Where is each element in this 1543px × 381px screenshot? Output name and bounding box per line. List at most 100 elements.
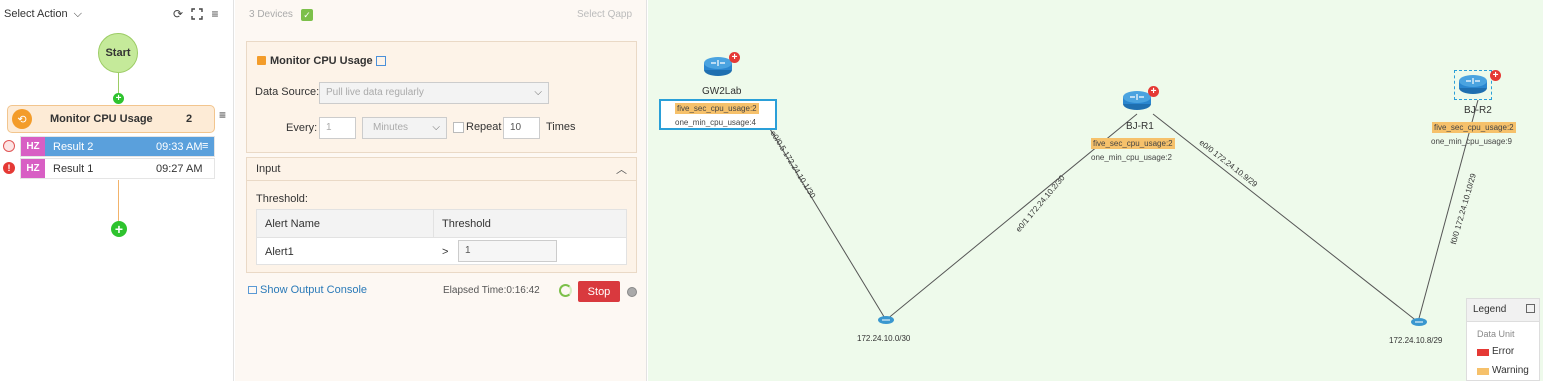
check-icon[interactable]: ✓	[301, 9, 313, 21]
elapsed-time: Elapsed Time:0:16:42	[443, 285, 540, 296]
result-row-1[interactable]: HZ Result 1 09:27 AM	[20, 158, 215, 179]
repeat-checkbox[interactable]	[453, 122, 464, 133]
console-icon	[248, 286, 257, 294]
link-line	[1417, 99, 1479, 323]
router-icon	[1459, 75, 1487, 94]
repeat-label: Repeat	[466, 121, 502, 133]
step-monitor-cpu-usage[interactable]: ⟲ Monitor CPU Usage 2	[7, 105, 215, 133]
link-lines	[769, 99, 1479, 323]
five-sec-label: five_sec_cpu_usage:2	[1432, 122, 1516, 133]
times-label: Times	[546, 121, 576, 133]
result-tag: HZ	[21, 137, 45, 156]
result-name: Result 2	[53, 141, 94, 153]
chevron-down-icon: ⌵	[73, 8, 82, 20]
legend-swatch-error	[1477, 349, 1489, 356]
add-icon[interactable]: +	[729, 52, 740, 63]
show-output-console-link[interactable]: Show Output Console	[260, 284, 367, 296]
step-title: Monitor CPU Usage	[50, 113, 153, 125]
table-header-threshold: Threshold	[442, 218, 491, 230]
result-time: 09:27 AM	[156, 163, 203, 175]
result-status-icon	[3, 140, 15, 152]
result-time: 09:33 AM	[156, 141, 203, 153]
start-node[interactable]: Start	[98, 33, 138, 73]
one-min-label: one_min_cpu_usage:4	[675, 118, 756, 127]
link-line	[1152, 113, 1419, 323]
start-label: Start	[105, 47, 131, 59]
every-label: Every:	[286, 122, 318, 134]
devices-count: 3 Devices	[249, 9, 293, 20]
input-header: Input	[256, 163, 281, 175]
legend-title: Legend	[1473, 304, 1507, 315]
result-tag: HZ	[21, 159, 45, 178]
refresh-icon[interactable]: ⟳	[172, 8, 184, 20]
unit-select[interactable]: Minutes ⌵	[362, 117, 447, 139]
menu-icon[interactable]: ≡	[209, 8, 221, 20]
fit-view-icon[interactable]	[191, 8, 203, 20]
legend-panel: Legend Data Unit Error Warning	[1466, 298, 1540, 381]
add-step-button[interactable]: +	[113, 93, 124, 104]
legend-swatch-warning	[1477, 368, 1489, 375]
add-icon[interactable]: +	[1490, 70, 1501, 81]
data-source-select[interactable]: Pull live data regularly ⌵	[319, 82, 549, 104]
alert-name-cell: Alert1	[265, 246, 294, 258]
stop-label: Stop	[587, 285, 611, 298]
monitor-title: Monitor CPU Usage	[270, 55, 373, 67]
device-bj-r1[interactable]: +	[1122, 86, 1159, 114]
result-row-2[interactable]: HZ Result 2 09:33 AM ≡	[20, 136, 215, 157]
one-min-label: one_min_cpu_usage:9	[1431, 137, 1512, 146]
step-menu-icon[interactable]: ≡	[219, 108, 226, 122]
data-source-value: Pull live data regularly	[326, 87, 424, 98]
add-icon[interactable]: +	[1148, 86, 1159, 97]
column-divider	[433, 210, 434, 237]
select-action-dropdown[interactable]: Select Action ⌵	[4, 8, 82, 21]
spinner-icon	[559, 284, 572, 297]
legend-data-unit: Data Unit	[1477, 329, 1515, 339]
input-section-header[interactable]: Input ︿	[246, 157, 637, 181]
every-input[interactable]: 1	[319, 117, 356, 139]
network-label: 172.24.10.8/29	[1389, 336, 1443, 345]
threshold-operator: >	[442, 246, 449, 258]
repeat-input[interactable]: 10	[503, 117, 540, 139]
result-name: Result 1	[53, 163, 94, 175]
edit-icon[interactable]	[376, 56, 386, 66]
legend-label-warning: Warning	[1492, 365, 1529, 376]
flow-connector	[118, 73, 119, 95]
monitor-icon	[257, 56, 266, 65]
network-label: 172.24.10.0/30	[857, 334, 911, 343]
settings-icon[interactable]	[627, 287, 637, 297]
add-step-button[interactable]: +	[111, 221, 127, 237]
stop-button[interactable]: Stop	[578, 281, 620, 302]
select-qapp-link[interactable]: Select Qapp	[577, 9, 632, 20]
threshold-label: Threshold:	[256, 193, 308, 205]
flow-connector	[118, 180, 119, 222]
error-icon: !	[3, 162, 15, 174]
data-source-label: Data Source:	[255, 86, 320, 98]
chevron-down-icon: ⌵	[432, 122, 440, 133]
result-menu-icon[interactable]: ≡	[202, 140, 208, 152]
select-action-label: Select Action	[4, 8, 68, 20]
legend-label-error: Error	[1492, 346, 1515, 357]
topology-map[interactable]: + GW2Lab five_sec_cpu_usage:2 one_min_cp…	[648, 0, 1543, 381]
five-sec-label: five_sec_cpu_usage:2	[675, 103, 759, 114]
device-gw2lab[interactable]: +	[703, 52, 740, 80]
collapse-icon[interactable]	[1526, 304, 1535, 313]
threshold-value-input[interactable]: 1	[458, 240, 557, 262]
step-count: 2	[186, 113, 193, 125]
repeat-icon: ⟲	[12, 109, 32, 129]
device-bj-r2[interactable]: +	[1458, 70, 1501, 98]
flow-panel: Select Action ⌵ ⟳ ≡ Start + ⟲ Monitor CP…	[0, 0, 234, 381]
legend-header: Legend	[1467, 299, 1539, 322]
device-name: BJ-R1	[1126, 121, 1154, 132]
chevron-down-icon: ⌵	[534, 87, 542, 98]
chevron-up-icon: ︿	[616, 164, 627, 176]
table-header-row: Alert Name Threshold	[257, 210, 626, 238]
device-name: BJ-R2	[1464, 105, 1492, 116]
five-sec-label: five_sec_cpu_usage:2	[1091, 138, 1175, 149]
one-min-label: one_min_cpu_usage:2	[1091, 153, 1172, 162]
unit-value: Minutes	[373, 122, 409, 133]
table-header-alert: Alert Name	[265, 218, 321, 230]
device-name: GW2Lab	[702, 86, 742, 97]
network-node-icon[interactable]	[877, 315, 895, 325]
network-node-icon[interactable]	[1410, 317, 1428, 327]
threshold-table: Alert Name Threshold Alert1 > 1	[256, 209, 627, 265]
